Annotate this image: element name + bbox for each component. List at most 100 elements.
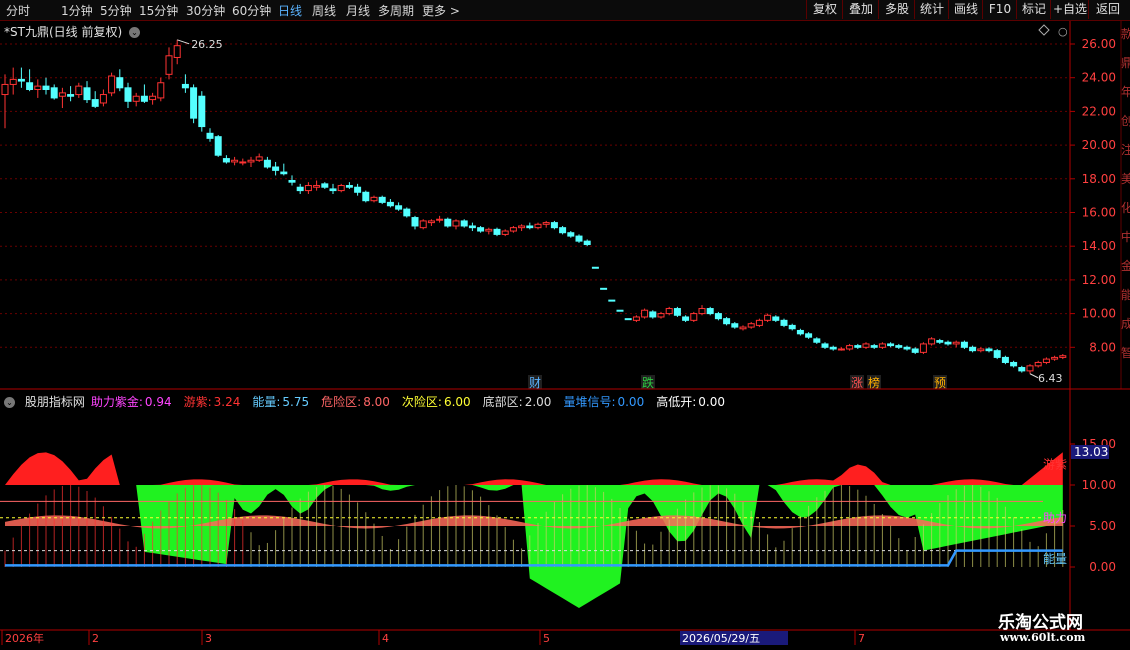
date-label: 4: [382, 632, 389, 645]
candle-body: [329, 188, 337, 192]
price-tick-label: 12.00: [1082, 273, 1116, 287]
candle-body: [1042, 358, 1050, 363]
indicator-item-value: 0.00: [698, 395, 725, 409]
candle-body: [714, 313, 722, 320]
side-text: 智: [1121, 345, 1130, 360]
indicator-item-label: 危险区:: [321, 395, 362, 409]
candle-body: [960, 341, 968, 348]
stock-name: *ST九鼎(日线 前复权): [4, 25, 123, 39]
candle-body: [288, 179, 296, 183]
candle-body: [509, 227, 517, 232]
chart-canvas[interactable]: 26.0024.0022.0020.0018.0016.0014.0012.00…: [0, 0, 1130, 650]
indicator-tick-label: 0.00: [1089, 560, 1116, 574]
candle-body: [870, 345, 878, 348]
candle-body: [878, 343, 886, 348]
price-tick-label: 20.00: [1082, 138, 1116, 152]
chevron-down-icon[interactable]: ⌄: [128, 27, 140, 38]
period-daily[interactable]: 日线: [278, 2, 302, 19]
candle-body: [747, 323, 755, 328]
event-mark: 预: [934, 376, 946, 390]
back-button[interactable]: 返回: [1088, 0, 1127, 19]
candle-body: [468, 225, 476, 229]
candle-body: [34, 85, 42, 90]
candle-body: [1059, 355, 1067, 358]
event-mark: 榜: [868, 375, 880, 390]
candle-body: [796, 329, 804, 335]
indicator-item-label: 能量:: [252, 395, 281, 409]
indicator-name[interactable]: 股朋指标网: [25, 395, 85, 409]
mark-button[interactable]: 标记: [1016, 0, 1051, 19]
cursor-date-label: 2026/05/29/五: [682, 632, 760, 645]
candle-body: [165, 55, 173, 75]
candle-body: [345, 185, 353, 188]
candle-body: [247, 159, 255, 163]
candlestick-series[interactable]: 26.25 6.43 ○ 财 跌 涨榜 预: [1, 24, 1068, 390]
date-label: 7: [858, 632, 865, 645]
price-tick-label: 26.00: [1082, 37, 1116, 51]
candle-body: [1001, 356, 1009, 363]
draw-line-button[interactable]: 画线: [948, 0, 983, 19]
restore-rights-button[interactable]: 复权: [806, 0, 843, 19]
candle-body: [723, 318, 731, 325]
candle-body: [181, 83, 189, 89]
price-tick-label: 14.00: [1082, 239, 1116, 253]
candle-body: [805, 333, 813, 338]
candle-body: [526, 225, 534, 229]
overlay-button[interactable]: 叠加: [842, 0, 879, 19]
candle-body: [296, 186, 304, 192]
indicator-item-value: 8.00: [363, 395, 390, 409]
indicator-right-label: 能量: [1043, 552, 1067, 566]
indicator-panel[interactable]: 15.0010.005.000.0013.03游紫助力能量2026年 2 3 4 5 72…: [0, 437, 1116, 645]
candle-body: [673, 308, 681, 316]
f10-button[interactable]: F10: [982, 0, 1017, 19]
period-monthly[interactable]: 月线: [346, 2, 370, 19]
period-60min[interactable]: 60分钟: [232, 2, 271, 19]
candle-body: [903, 346, 911, 350]
side-text: 注: [1121, 142, 1130, 157]
candle-body: [1026, 365, 1034, 372]
candle-body: [231, 159, 239, 163]
period-30min[interactable]: 30分钟: [186, 2, 225, 19]
candle-body: [1034, 361, 1042, 367]
candle-body: [919, 343, 927, 353]
indicator-item-value: 6.00: [443, 395, 471, 409]
period-multi[interactable]: 多周期: [378, 2, 414, 19]
side-text: 中: [1121, 229, 1130, 244]
multi-stock-button[interactable]: 多股: [878, 0, 915, 19]
side-text: 能: [1121, 288, 1130, 302]
candle-body: [485, 228, 493, 232]
chevron-down-icon[interactable]: ⌄: [4, 397, 15, 408]
statistics-button[interactable]: 统计: [914, 0, 949, 19]
candle-body: [99, 94, 107, 104]
candle-body: [969, 346, 977, 352]
candle-body: [304, 185, 312, 192]
indicator-item-label: 底部区:: [482, 395, 523, 409]
watermark-title: 乐淘公式网: [998, 613, 1083, 633]
candle-body: [854, 345, 862, 348]
indicator-legend: ⌄ 股朋指标网 助力紫金: 0.94 游紫: 3.24 能量: 5.75 危险区: 8.00 次险…: [4, 393, 743, 410]
date-label: 5: [543, 632, 550, 645]
period-weekly[interactable]: 周线: [312, 2, 336, 19]
candle-body: [690, 313, 698, 321]
candle-body: [42, 85, 50, 90]
period-5min[interactable]: 5分钟: [100, 2, 132, 19]
indicator-item-label: 高低开:: [656, 395, 697, 409]
candle-body: [460, 220, 468, 227]
period-more[interactable]: 更多 >: [422, 2, 460, 19]
period-1min[interactable]: 1分钟: [61, 2, 93, 19]
candle-body: [977, 348, 985, 352]
youzi-area: [5, 452, 1063, 485]
event-mark: 财: [529, 376, 541, 390]
period-15min[interactable]: 15分钟: [139, 2, 178, 19]
indicator-item-label: 量堆信号:: [563, 395, 616, 409]
stock-title[interactable]: *ST九鼎(日线 前复权) ⌄: [4, 23, 140, 40]
candle-body: [665, 308, 673, 315]
candle-body: [395, 205, 403, 210]
period-fenshi[interactable]: 分时: [6, 2, 30, 19]
candle-body: [534, 223, 542, 229]
candle-body: [1018, 367, 1026, 372]
price-tick-label: 22.00: [1082, 104, 1116, 118]
candle-body: [731, 323, 739, 328]
candle-body: [419, 220, 427, 229]
add-watchlist-button[interactable]: +自选: [1050, 0, 1089, 19]
